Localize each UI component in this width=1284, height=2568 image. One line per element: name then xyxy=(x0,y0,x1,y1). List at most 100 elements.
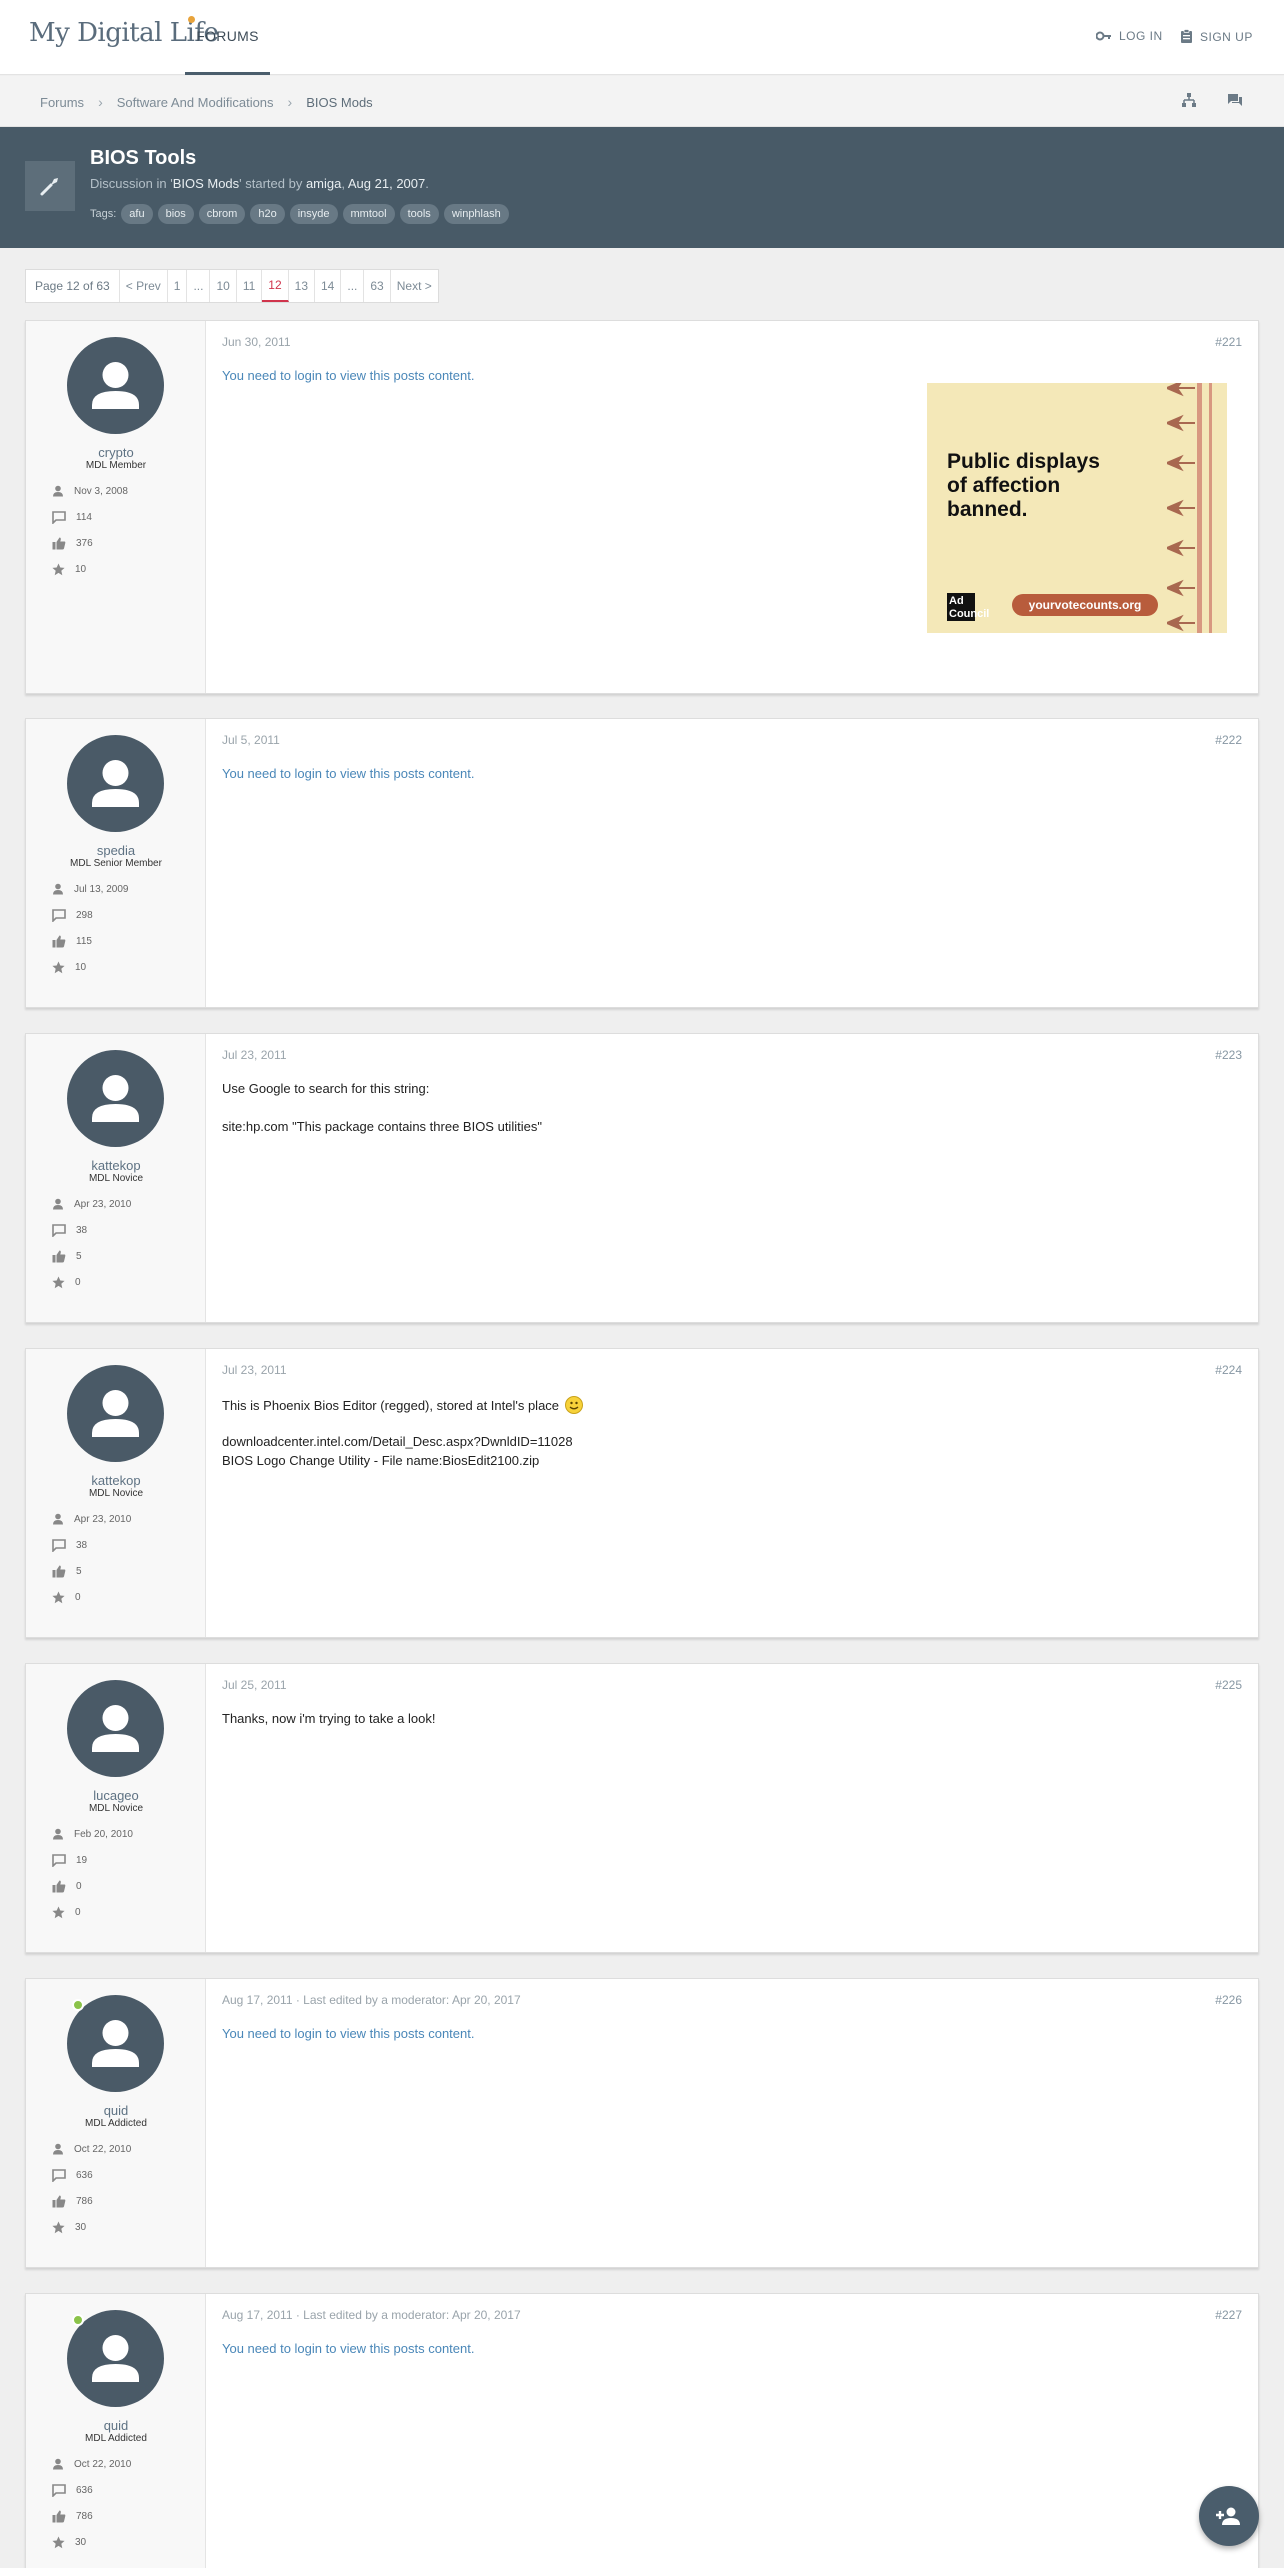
page-link[interactable]: 14 xyxy=(315,270,342,302)
avatar[interactable] xyxy=(67,735,164,832)
ad-url-button[interactable]: yourvotecounts.org xyxy=(1012,594,1158,616)
avatar[interactable] xyxy=(67,337,164,434)
page-ellipsis[interactable]: ... xyxy=(341,270,365,302)
stat-joined: Oct 22, 2010 xyxy=(52,2143,131,2155)
post-number[interactable]: #224 xyxy=(1215,1363,1242,1377)
nav-forums-tab[interactable]: FORUMS xyxy=(185,0,270,75)
tag-cbrom[interactable]: cbrom xyxy=(198,204,246,224)
login-to-view-link[interactable]: You need to login to view this posts con… xyxy=(222,368,474,383)
thread-forum-link[interactable]: BIOS Mods xyxy=(173,176,239,191)
star-icon xyxy=(52,1591,65,1604)
tag-mmtool[interactable]: mmtool xyxy=(342,204,395,224)
prev-page-button[interactable]: < Prev xyxy=(120,270,168,302)
point-count: 0 xyxy=(75,1592,81,1603)
breadcrumb-software[interactable]: Software And Modifications xyxy=(117,95,274,110)
post-number[interactable]: #227 xyxy=(1215,2308,1242,2322)
post-text-line: This is Phoenix Bios Editor (regged), st… xyxy=(222,1396,584,1414)
message-icon xyxy=(52,2169,66,2182)
post-date[interactable]: Jun 30, 2011 xyxy=(222,335,291,349)
stat-joined: Apr 23, 2010 xyxy=(52,1198,131,1210)
username-link[interactable]: kattekop xyxy=(26,1158,206,1173)
thread-author-link[interactable]: amiga xyxy=(306,176,341,191)
page-link[interactable]: 13 xyxy=(289,270,315,302)
tag-afu[interactable]: afu xyxy=(121,204,153,224)
advertisement[interactable]: Public displays of affection banned. Ad Cou… xyxy=(927,383,1227,633)
username-link[interactable]: lucageo xyxy=(26,1788,206,1803)
like-count: 0 xyxy=(76,1881,82,1892)
stat-points: 30 xyxy=(52,2221,86,2234)
avatar[interactable] xyxy=(67,1680,164,1777)
username-link[interactable]: quid xyxy=(26,2103,206,2118)
page-link[interactable]: 1 xyxy=(168,270,188,302)
post-user-cell: quid MDL Addicted Oct 22, 2010 636 786 3… xyxy=(26,1979,206,2267)
user-icon xyxy=(53,2143,63,2155)
chevron-right-icon: › xyxy=(287,94,293,110)
post-number[interactable]: #226 xyxy=(1215,1993,1242,2007)
username-link[interactable]: kattekop xyxy=(26,1473,206,1488)
stat-points: 10 xyxy=(52,563,86,576)
username-link[interactable]: quid xyxy=(26,2418,206,2433)
breadcrumb-bios-mods[interactable]: BIOS Mods xyxy=(306,95,372,110)
tag-insyde[interactable]: insyde xyxy=(289,204,338,224)
post-date[interactable]: Jul 5, 2011 xyxy=(222,733,280,747)
joined-date: Feb 20, 2010 xyxy=(74,1828,133,1840)
post-date[interactable]: Aug 17, 2011 · Last edited by a moderato… xyxy=(222,1993,521,2007)
avatar[interactable] xyxy=(67,1050,164,1147)
like-count: 786 xyxy=(76,2196,93,2207)
stat-points: 0 xyxy=(52,1591,81,1604)
post-number[interactable]: #222 xyxy=(1215,733,1242,747)
star-icon xyxy=(52,563,65,576)
sitemap-icon[interactable] xyxy=(1181,92,1197,108)
username-link[interactable]: spedia xyxy=(26,843,206,858)
stat-messages: 636 xyxy=(52,2169,93,2182)
post-number[interactable]: #223 xyxy=(1215,1048,1242,1062)
ad-headline-line: banned. xyxy=(947,498,1028,521)
post-number[interactable]: #225 xyxy=(1215,1678,1242,1692)
thread-date[interactable]: Aug 21, 2007 xyxy=(348,176,425,191)
star-icon xyxy=(52,1906,65,1919)
signup-label: SIGN UP xyxy=(1200,29,1253,44)
username-link[interactable]: crypto xyxy=(26,445,206,460)
page-label: Page 12 of 63 xyxy=(26,270,120,302)
page-ellipsis[interactable]: ... xyxy=(187,270,211,302)
login-to-view-link[interactable]: You need to login to view this posts con… xyxy=(222,766,474,781)
post-date[interactable]: Aug 17, 2011 · Last edited by a moderato… xyxy=(222,2308,521,2322)
page-link[interactable]: 10 xyxy=(210,270,237,302)
post-date[interactable]: Jul 25, 2011 xyxy=(222,1678,287,1692)
message-icon xyxy=(52,1854,66,1867)
post: crypto MDL Member Nov 3, 2008 114 376 10… xyxy=(25,320,1259,694)
comments-icon[interactable] xyxy=(1227,92,1243,108)
signup-link[interactable]: SIGN UP xyxy=(1180,29,1253,44)
message-icon xyxy=(52,1224,66,1237)
post-text-line[interactable]: downloadcenter.intel.com/Detail_Desc.asp… xyxy=(222,1434,573,1449)
tag-winphlash[interactable]: winphlash xyxy=(443,204,509,224)
page-link[interactable]: 63 xyxy=(364,270,391,302)
tags-label: Tags: xyxy=(90,208,117,220)
stat-points: 0 xyxy=(52,1906,81,1919)
post-date[interactable]: Jul 23, 2011 xyxy=(222,1048,287,1062)
page-link-current[interactable]: 12 xyxy=(262,270,289,302)
chevron-right-icon: › xyxy=(98,94,103,110)
breadcrumb-forums[interactable]: Forums xyxy=(40,95,84,110)
person-add-icon[interactable] xyxy=(1199,2486,1259,2546)
post-date[interactable]: Jul 23, 2011 xyxy=(222,1363,287,1377)
page-link[interactable]: 11 xyxy=(237,270,263,302)
login-to-view-link[interactable]: You need to login to view this posts con… xyxy=(222,2341,474,2356)
stat-joined: Oct 22, 2010 xyxy=(52,2458,131,2470)
message-count: 38 xyxy=(76,1540,88,1551)
tag-tools[interactable]: tools xyxy=(399,204,439,224)
next-page-button[interactable]: Next > xyxy=(391,270,438,302)
avatar[interactable] xyxy=(67,1365,164,1462)
login-to-view-link[interactable]: You need to login to view this posts con… xyxy=(222,2026,474,2041)
ad-headline-line: of affection xyxy=(947,474,1061,497)
star-icon xyxy=(52,961,65,974)
key-icon xyxy=(1096,31,1111,41)
tag-bios[interactable]: bios xyxy=(157,204,194,224)
login-link[interactable]: LOG IN xyxy=(1096,29,1163,43)
post-user-cell: lucageo MDL Novice Feb 20, 2010 19 0 0 xyxy=(26,1664,206,1952)
post-text-line: Use Google to search for this string: xyxy=(222,1081,430,1096)
tag-h2o[interactable]: h2o xyxy=(250,204,285,224)
post-number[interactable]: #221 xyxy=(1215,335,1242,349)
user-icon xyxy=(53,2458,63,2470)
user-icon xyxy=(53,883,63,895)
